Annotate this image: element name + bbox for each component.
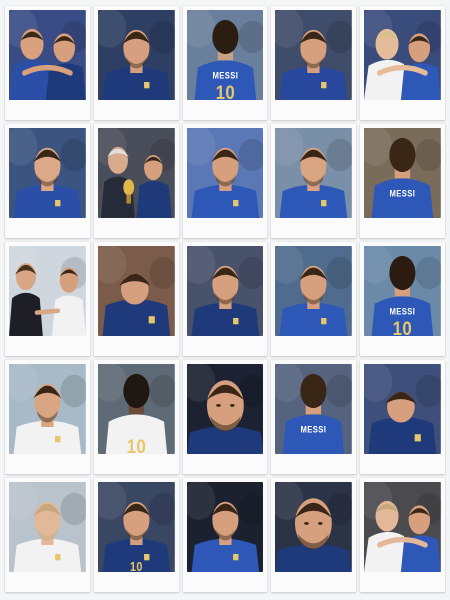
polaroid-photo <box>360 360 445 474</box>
photo-scene <box>186 246 264 336</box>
photo-image <box>9 246 86 336</box>
photo-scene <box>186 364 264 454</box>
polaroid-photo <box>182 242 268 356</box>
polaroid-photo <box>5 124 90 238</box>
polaroid-photo <box>182 124 268 238</box>
svg-text:10: 10 <box>215 81 235 100</box>
photo-scene: MESSI <box>364 128 441 218</box>
polaroid-photo <box>182 360 268 474</box>
photo-image <box>186 128 264 218</box>
photo-image <box>186 482 264 572</box>
photo-image <box>275 246 353 336</box>
photo-scene <box>97 128 175 218</box>
polaroid-photo <box>5 6 90 120</box>
polaroid-photo <box>93 242 179 356</box>
photo-scene <box>364 10 441 100</box>
photo-image <box>9 128 86 218</box>
photo-image <box>364 482 441 572</box>
photo-image <box>364 10 441 100</box>
polaroid-photo: MESSI 10 <box>360 242 445 356</box>
photo-scene <box>97 246 175 336</box>
photo-scene <box>9 128 86 218</box>
photo-scene: 10 <box>97 364 175 454</box>
photo-image <box>275 10 353 100</box>
polaroid-photo <box>360 6 445 120</box>
photo-scene <box>186 128 264 218</box>
svg-text:MESSI: MESSI <box>390 306 416 317</box>
polaroid-photo: 10 <box>93 478 179 592</box>
photo-scene: MESSI <box>275 364 353 454</box>
svg-text:MESSI: MESSI <box>301 424 327 435</box>
photo-scene <box>9 10 86 100</box>
polaroid-photo <box>271 124 357 238</box>
photo-image <box>364 364 441 454</box>
photo-scene <box>364 482 441 572</box>
polaroid-photo: 10 <box>93 360 179 474</box>
polaroid-photo <box>360 478 445 592</box>
photo-image <box>9 482 86 572</box>
photo-image <box>97 246 175 336</box>
svg-text:10: 10 <box>393 317 413 336</box>
photo-collage-grid: MESSI 10 MESSI MESSI 10 10 MESSI 10 <box>5 6 445 592</box>
photo-scene <box>275 246 353 336</box>
svg-text:MESSI: MESSI <box>390 188 416 199</box>
photo-image: MESSI 10 <box>186 10 264 100</box>
polaroid-photo <box>93 6 179 120</box>
polaroid-photo: MESSI <box>360 124 445 238</box>
polaroid-photo <box>271 478 357 592</box>
photo-scene <box>97 10 175 100</box>
photo-scene: MESSI10 <box>186 10 264 100</box>
svg-text:10: 10 <box>126 435 146 454</box>
polaroid-photo <box>5 478 90 592</box>
photo-scene: MESSI10 <box>364 246 441 336</box>
polaroid-photo <box>182 478 268 592</box>
photo-scene <box>9 246 86 336</box>
photo-scene <box>275 128 353 218</box>
photo-image <box>9 364 86 454</box>
polaroid-photo <box>271 242 357 356</box>
photo-image: MESSI <box>364 128 441 218</box>
photo-scene <box>186 482 264 572</box>
polaroid-photo: MESSI 10 <box>182 6 268 120</box>
polaroid-photo <box>93 124 179 238</box>
photo-image: 10 <box>97 482 175 572</box>
photo-image <box>9 10 86 100</box>
svg-text:10: 10 <box>130 560 143 572</box>
polaroid-photo <box>5 360 90 474</box>
photo-scene <box>364 364 441 454</box>
photo-scene: 10 <box>97 482 175 572</box>
photo-scene <box>9 482 86 572</box>
polaroid-photo: MESSI <box>271 360 357 474</box>
polaroid-photo <box>5 242 90 356</box>
photo-scene <box>9 364 86 454</box>
photo-image <box>275 482 353 572</box>
svg-text:MESSI: MESSI <box>212 70 238 81</box>
photo-image <box>275 128 353 218</box>
photo-image <box>186 364 264 454</box>
polaroid-photo <box>271 6 357 120</box>
photo-image: MESSI <box>275 364 353 454</box>
photo-image: 10 <box>97 364 175 454</box>
photo-image: MESSI 10 <box>364 246 441 336</box>
photo-scene <box>275 10 353 100</box>
photo-image <box>97 128 175 218</box>
photo-image <box>186 246 264 336</box>
photo-scene <box>275 482 353 572</box>
photo-image <box>97 10 175 100</box>
